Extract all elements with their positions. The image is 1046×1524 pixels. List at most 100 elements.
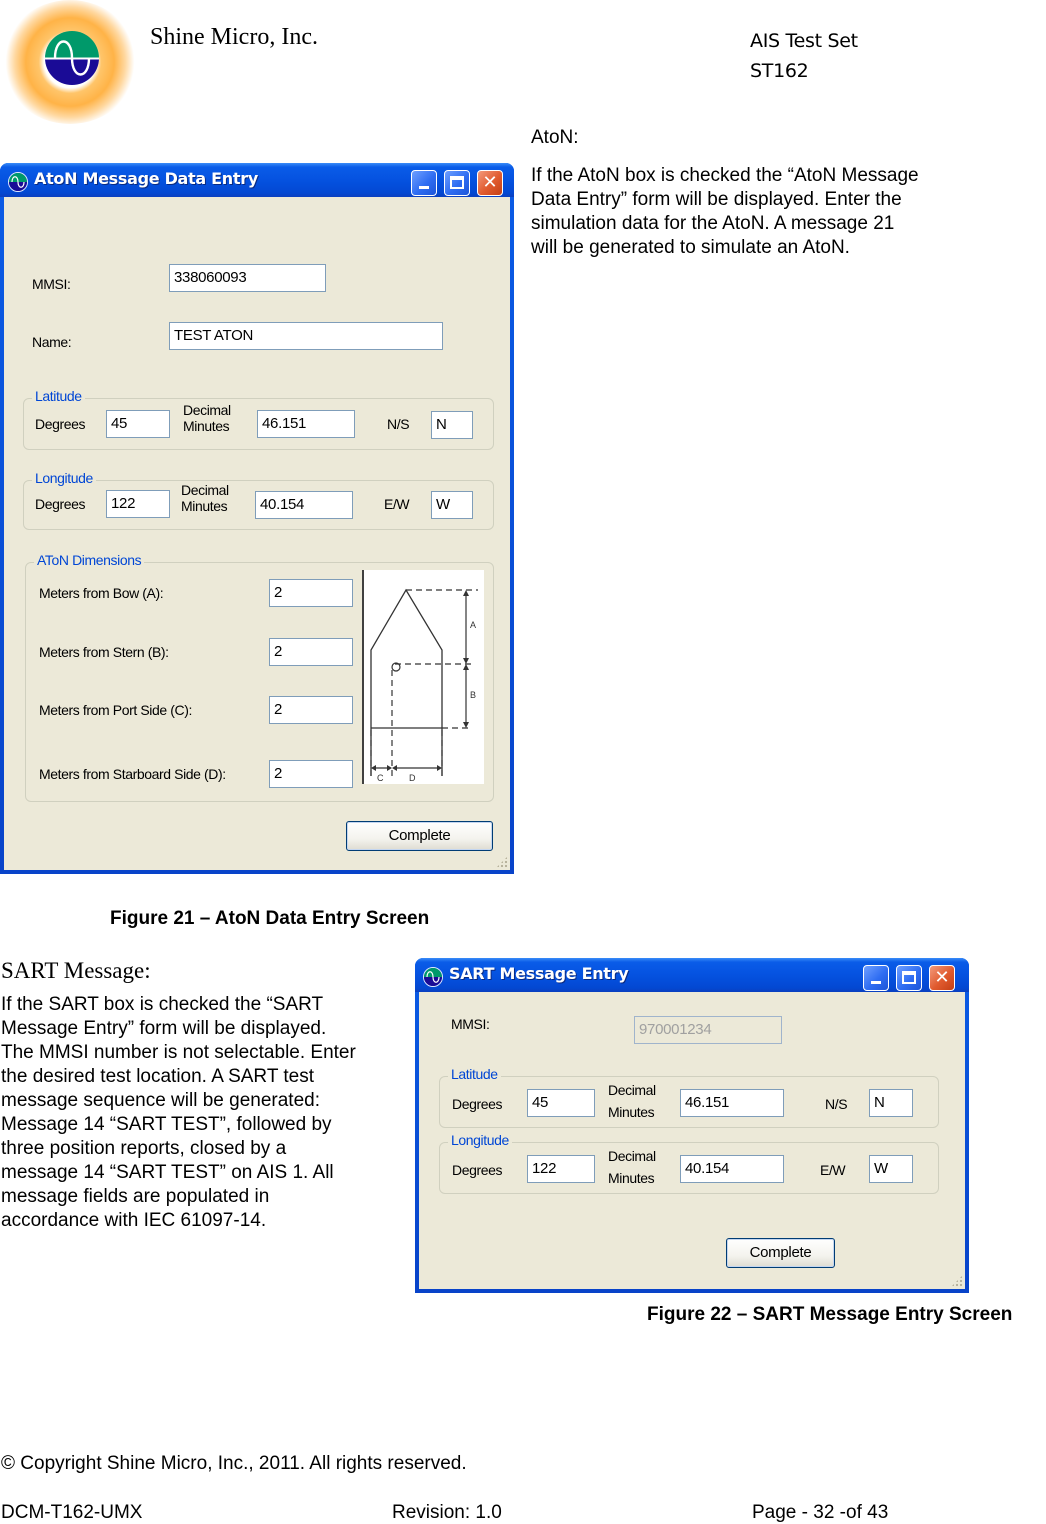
minimize-button[interactable]	[411, 170, 437, 196]
revision: Revision: 1.0	[392, 1502, 502, 1523]
app-icon	[423, 967, 443, 987]
sart-description-line: message sequence will be generated:	[1, 1090, 320, 1111]
sart-description-line: message fields are populated in	[1, 1186, 270, 1207]
longitude-group: Longitude Degrees 122 Decimal Minutes 40…	[23, 470, 494, 530]
aton-heading: AtoN:	[531, 127, 579, 148]
sart-description-line: Message 14 “SART TEST”, followed by	[1, 1114, 332, 1135]
latitude-degrees-input[interactable]: 45	[106, 410, 170, 438]
sart-description-line: If the SART box is checked the “SART	[1, 994, 324, 1015]
company-name: Shine Micro, Inc.	[150, 24, 318, 50]
sart-window-body: MMSI: 970001234 Latitude Degrees 45 Deci…	[419, 992, 965, 1289]
product-name: AIS Test Set	[750, 30, 858, 52]
product-title: AIS Test Set ST162	[750, 26, 858, 86]
port-label: Meters from Port Side (C):	[39, 702, 192, 718]
sart-complete-button[interactable]: Complete	[726, 1238, 835, 1268]
aton-description-line: If the AtoN box is checked the “AtoN Mes…	[531, 165, 919, 186]
port-input[interactable]: 2	[269, 696, 353, 724]
complete-button[interactable]: Complete	[346, 821, 493, 851]
aton-description-line: simulation data for the AtoN. A message …	[531, 213, 895, 234]
bow-input[interactable]: 2	[269, 579, 353, 607]
dimensions-legend: AToN Dimensions	[34, 552, 145, 568]
longitude-degrees-input[interactable]: 122	[106, 490, 170, 518]
dim-label-c: C	[377, 773, 384, 783]
close-button[interactable]: ✕	[929, 965, 955, 991]
ns-label: N/S	[387, 416, 410, 432]
sart-longitude-legend: Longitude	[448, 1132, 512, 1148]
ew-label: E/W	[384, 496, 410, 512]
stern-input[interactable]: 2	[269, 638, 353, 666]
sart-longitude-group: Longitude Degrees 122 Decimal Minutes 40…	[439, 1132, 939, 1194]
aton-window-body: MMSI: 338060093 Name: TEST ATON Latitude…	[4, 197, 510, 870]
latitude-legend: Latitude	[32, 388, 85, 404]
aton-description-line: will be generated to simulate an AtoN.	[531, 237, 850, 258]
maximize-icon	[902, 971, 916, 984]
figure-21-caption: Figure 21 – AtoN Data Entry Screen	[110, 908, 430, 929]
mmsi-input[interactable]: 338060093	[169, 264, 326, 292]
latitude-minutes-input[interactable]: 46.151	[257, 410, 355, 438]
aton-description-line: Data Entry” form will be displayed. Ente…	[531, 189, 902, 210]
aton-description: If the AtoN box is checked the “AtoN Mes…	[531, 164, 919, 260]
product-model: ST162	[750, 60, 809, 82]
resize-grip[interactable]	[951, 1275, 963, 1287]
longitude-minutes-label: Decimal Minutes	[181, 482, 229, 514]
copyright-notice: © Copyright Shine Micro, Inc., 2011. All…	[1, 1453, 467, 1474]
sart-mmsi-input: 970001234	[634, 1016, 782, 1044]
sart-ew-input[interactable]: W	[869, 1155, 913, 1183]
latitude-degrees-label: Degrees	[35, 416, 86, 432]
minimize-button[interactable]	[863, 965, 889, 991]
resize-grip[interactable]	[496, 856, 508, 868]
sart-mmsi-label: MMSI:	[451, 1016, 490, 1032]
maximize-button[interactable]	[896, 965, 922, 991]
name-label: Name:	[32, 334, 72, 350]
sart-latitude-group: Latitude Degrees 45 Decimal Minutes 46.1…	[439, 1066, 939, 1128]
dim-label-b: B	[470, 690, 476, 700]
mmsi-label: MMSI:	[32, 276, 71, 292]
sart-description-line: three position reports, closed by a	[1, 1138, 287, 1159]
sart-heading: SART Message:	[1, 958, 151, 983]
vessel-dimension-diagram: A B C D	[362, 570, 484, 784]
stern-label: Meters from Stern (B):	[39, 644, 169, 660]
name-input[interactable]: TEST ATON	[169, 322, 443, 350]
label-line: Minutes	[183, 418, 230, 434]
dim-label-d: D	[409, 773, 416, 783]
aton-message-window: AtoN Message Data Entry ✕ MMSI: 33806009…	[0, 163, 514, 874]
bow-label: Meters from Bow (A):	[39, 585, 164, 601]
sart-description-line: The MMSI number is not selectable. Enter	[1, 1042, 356, 1063]
page-number: Page - 32 -of 43	[752, 1502, 889, 1523]
sart-description-line: Message Entry” form will be displayed.	[1, 1018, 327, 1039]
sart-longitude-minutes-input[interactable]: 40.154	[680, 1155, 784, 1183]
starboard-input[interactable]: 2	[269, 760, 353, 788]
sart-description-line: accordance with IEC 61097-14.	[1, 1210, 267, 1231]
maximize-icon	[450, 176, 464, 189]
document-id: DCM-T162-UMX	[1, 1502, 143, 1523]
label-line: Minutes	[608, 1170, 655, 1186]
sart-latitude-minutes-input[interactable]: 46.151	[680, 1089, 784, 1117]
maximize-button[interactable]	[444, 170, 470, 196]
sart-ew-label: E/W	[820, 1162, 846, 1178]
dim-label-a: A	[470, 620, 476, 630]
close-button[interactable]: ✕	[477, 170, 503, 196]
latitude-minutes-label: Decimal Minutes	[183, 402, 231, 434]
app-icon	[8, 172, 28, 192]
aton-window-title: AtoN Message Data Entry	[34, 169, 258, 188]
label-line: Minutes	[608, 1104, 655, 1120]
aton-window-titlebar[interactable]: AtoN Message Data Entry ✕	[0, 163, 514, 197]
sart-window-titlebar[interactable]: SART Message Entry ✕	[415, 958, 969, 992]
ew-input[interactable]: W	[431, 491, 473, 519]
sart-description-line: message 14 “SART TEST” on AIS 1. All	[1, 1162, 334, 1183]
label-line: Decimal	[181, 482, 229, 498]
logo-wave-icon	[45, 31, 99, 85]
longitude-legend: Longitude	[32, 470, 96, 486]
ns-input[interactable]: N	[431, 411, 473, 439]
sart-ns-input[interactable]: N	[869, 1089, 913, 1117]
sart-latitude-degrees-input[interactable]: 45	[527, 1089, 595, 1117]
sart-longitude-degrees-input[interactable]: 122	[527, 1155, 595, 1183]
starboard-label: Meters from Starboard Side (D):	[39, 766, 226, 782]
sart-description: If the SART box is checked the “SART Mes…	[1, 993, 356, 1233]
close-icon: ✕	[934, 967, 950, 988]
longitude-minutes-input[interactable]: 40.154	[255, 491, 353, 519]
sart-window-title: SART Message Entry	[449, 964, 629, 983]
figure-22-caption: Figure 22 – SART Message Entry Screen	[647, 1304, 1013, 1325]
sart-latitude-minutes-label: Decimal Minutes	[608, 1079, 656, 1123]
label-line: Decimal	[183, 402, 231, 418]
